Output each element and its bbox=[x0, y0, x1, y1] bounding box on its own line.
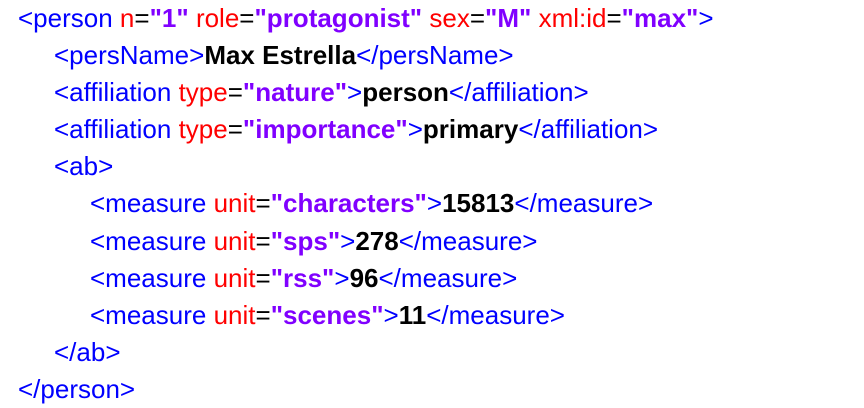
equals-sign: = bbox=[239, 3, 255, 33]
xml-text-content: person bbox=[362, 77, 449, 108]
xml-attribute-value: "protagonist" bbox=[254, 3, 423, 33]
xml-tag: </affiliation> bbox=[448, 77, 589, 108]
code-line: <ab> bbox=[18, 148, 714, 185]
xml-tag: > bbox=[340, 225, 356, 256]
xml-tag: </measure> bbox=[514, 188, 654, 219]
equals-sign: = bbox=[134, 3, 150, 33]
xml-tag: > bbox=[334, 262, 350, 293]
xml-attribute-name: type bbox=[178, 77, 228, 108]
equals-sign: = bbox=[255, 262, 271, 293]
xml-text-content: primary bbox=[422, 114, 519, 145]
xml-attribute-value: "M" bbox=[485, 3, 532, 33]
xml-tag: </affiliation> bbox=[518, 114, 659, 145]
xml-tag: <affiliation bbox=[54, 77, 172, 108]
xml-attribute-name: unit bbox=[213, 225, 256, 256]
xml-tag: > bbox=[383, 299, 399, 330]
code-line: <measure unit="rss">96</measure> bbox=[18, 260, 714, 297]
xml-tag: <persName> bbox=[54, 40, 205, 71]
xml-code-block: <person n="1" role="protagonist" sex="M"… bbox=[18, 0, 714, 408]
xml-tag: <measure bbox=[90, 188, 207, 219]
xml-attribute-name: n bbox=[119, 3, 135, 33]
xml-attribute-name: unit bbox=[213, 188, 256, 219]
xml-attribute-value: "max" bbox=[621, 3, 699, 33]
equals-sign: = bbox=[255, 225, 271, 256]
xml-tag: </persName> bbox=[356, 40, 514, 71]
xml-text-content: 15813 bbox=[442, 188, 515, 219]
xml-attribute-value: "rss" bbox=[270, 262, 335, 293]
equals-sign: = bbox=[469, 3, 486, 33]
xml-attribute-name: sex bbox=[429, 3, 470, 33]
xml-tag: <measure bbox=[90, 225, 207, 256]
xml-text-content: 278 bbox=[355, 225, 399, 256]
xml-tag: </measure> bbox=[426, 299, 565, 330]
code-line: <affiliation type="nature">person</affil… bbox=[18, 74, 714, 111]
equals-sign: = bbox=[227, 77, 243, 108]
code-line: <person n="1" role="protagonist" sex="M"… bbox=[18, 0, 714, 37]
xml-attribute-value: "characters" bbox=[270, 188, 427, 219]
xml-tag: </person> bbox=[18, 373, 136, 404]
xml-tag: <measure bbox=[90, 299, 207, 330]
xml-tag: > bbox=[347, 77, 363, 108]
xml-attribute-name: unit bbox=[213, 262, 256, 293]
xml-attribute-value: "sps" bbox=[270, 225, 341, 256]
equals-sign: = bbox=[227, 114, 243, 145]
xml-attribute-value: "1" bbox=[149, 3, 189, 33]
xml-attribute-name: role bbox=[195, 3, 240, 33]
xml-attribute-name: unit bbox=[213, 299, 256, 330]
xml-tag: > bbox=[407, 114, 423, 145]
xml-tag: <ab> bbox=[54, 151, 114, 182]
equals-sign: = bbox=[255, 188, 271, 219]
code-line: <measure unit="scenes">11</measure> bbox=[18, 297, 714, 334]
xml-attribute-name: type bbox=[178, 114, 228, 145]
xml-tag: </measure> bbox=[398, 225, 538, 256]
xml-tag: <measure bbox=[90, 262, 207, 293]
code-line: </ab> bbox=[18, 334, 714, 371]
equals-sign: = bbox=[255, 299, 271, 330]
xml-tag: </measure> bbox=[378, 262, 518, 293]
xml-attribute-value: "scenes" bbox=[270, 299, 384, 330]
xml-tag: > bbox=[698, 3, 714, 33]
code-line: <measure unit="characters">15813</measur… bbox=[18, 185, 714, 222]
xml-attribute-name: xml:id bbox=[538, 3, 607, 33]
xml-tag: > bbox=[426, 188, 443, 219]
xml-text-content: 11 bbox=[398, 299, 427, 330]
xml-attribute-value: "importance" bbox=[242, 114, 408, 145]
xml-attribute-value: "nature" bbox=[242, 77, 348, 108]
code-line: <affiliation type="importance">primary</… bbox=[18, 111, 714, 148]
xml-tag: <affiliation bbox=[54, 114, 172, 145]
code-line: </person> bbox=[18, 371, 714, 408]
xml-tag: </ab> bbox=[54, 336, 121, 367]
xml-text-content: 96 bbox=[349, 262, 379, 293]
equals-sign: = bbox=[606, 3, 622, 33]
code-line: <measure unit="sps">278</measure> bbox=[18, 223, 714, 260]
code-line: <persName>Max Estrella</persName> bbox=[18, 37, 714, 74]
xml-tag: <person bbox=[18, 3, 113, 33]
xml-text-content: Max Estrella bbox=[204, 40, 357, 71]
